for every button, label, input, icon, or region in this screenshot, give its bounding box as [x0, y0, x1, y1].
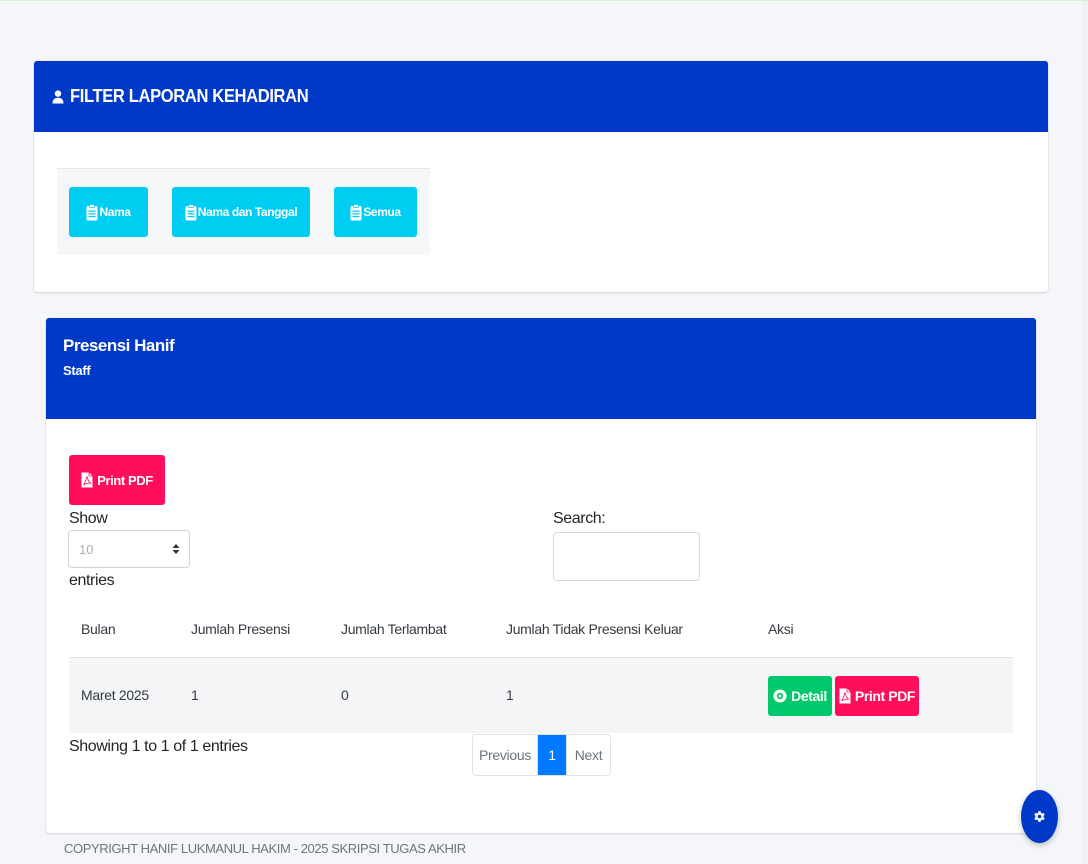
entries-label: entries [69, 572, 115, 589]
table-header-jumlah-terlambat: Jumlah Terlambat [341, 621, 447, 637]
filter-semua-label: Semua [363, 205, 401, 219]
pagination-next[interactable]: Next [566, 735, 610, 775]
filter-nama-tanggal-button[interactable]: Nama dan Tanggal [172, 187, 310, 237]
table-header-bulan: Bulan [81, 621, 116, 637]
print-pdf-button[interactable]: Print PDF [69, 455, 165, 505]
gear-icon [1034, 811, 1045, 822]
row-print-pdf-label: Print PDF [854, 688, 916, 704]
presensi-title: Presensi Hanif [63, 336, 175, 355]
cell-bulan: Maret 2025 [81, 687, 149, 703]
filter-button-group: Nama Nama dan Tanggal Semua [57, 168, 430, 255]
presensi-subtitle: Staff [63, 363, 91, 378]
cell-jumlah-presensi: 1 [191, 687, 199, 703]
filter-header: FILTER LAPORAN KEHADIRAN [34, 61, 1048, 132]
row-print-pdf-button[interactable]: Print PDF [835, 676, 919, 716]
pagination: Previous 1 Next [472, 734, 611, 776]
print-pdf-label: Print PDF [97, 472, 153, 488]
table-header-jumlah-presensi: Jumlah Presensi [191, 621, 290, 637]
filter-nama-tanggal-label: Nama dan Tanggal [197, 205, 298, 219]
footer-copyright: COPYRIGHT HANIF LUKMANUL HAKIM - 2025 SK… [64, 841, 466, 856]
entries-select-value: 10 [79, 542, 94, 557]
pdf-icon [81, 472, 93, 488]
filter-semua-button[interactable]: Semua [334, 187, 417, 237]
user-icon [52, 89, 64, 103]
table-header-jumlah-tidak-presensi-keluar: Jumlah Tidak Presensi Keluar [506, 621, 683, 637]
presensi-header: Presensi Hanif Staff [46, 318, 1036, 419]
filter-card: FILTER LAPORAN KEHADIRAN Nama Nama dan T… [34, 61, 1048, 292]
filter-nama-label: Nama [99, 205, 131, 219]
eye-icon [773, 689, 787, 703]
detail-button[interactable]: Detail [768, 676, 832, 716]
pagination-page-1[interactable]: 1 [538, 735, 566, 775]
presensi-card: Presensi Hanif Staff Print PDF Show 10 e… [46, 318, 1036, 833]
cell-jumlah-terlambat: 0 [341, 687, 349, 703]
clipboard-icon [86, 203, 98, 220]
filter-title: FILTER LAPORAN KEHADIRAN [70, 86, 309, 106]
pdf-icon [839, 688, 851, 704]
show-label: Show [69, 510, 108, 527]
select-caret-icon [172, 544, 180, 554]
entries-select[interactable]: 10 [68, 530, 190, 568]
cell-jumlah-tidak-presensi-keluar: 1 [506, 687, 514, 703]
filter-nama-button[interactable]: Nama [69, 187, 148, 237]
showing-entries-text: Showing 1 to 1 of 1 entries [69, 738, 248, 755]
search-input[interactable] [553, 532, 700, 581]
detail-label: Detail [791, 688, 827, 704]
pagination-previous[interactable]: Previous [473, 735, 538, 775]
table-header-aksi: Aksi [768, 621, 794, 637]
scrollbar[interactable] [1082, 1, 1088, 864]
clipboard-icon [185, 203, 197, 220]
clipboard-icon [350, 203, 362, 220]
search-label: Search: [553, 510, 606, 527]
settings-button[interactable] [1021, 790, 1058, 843]
